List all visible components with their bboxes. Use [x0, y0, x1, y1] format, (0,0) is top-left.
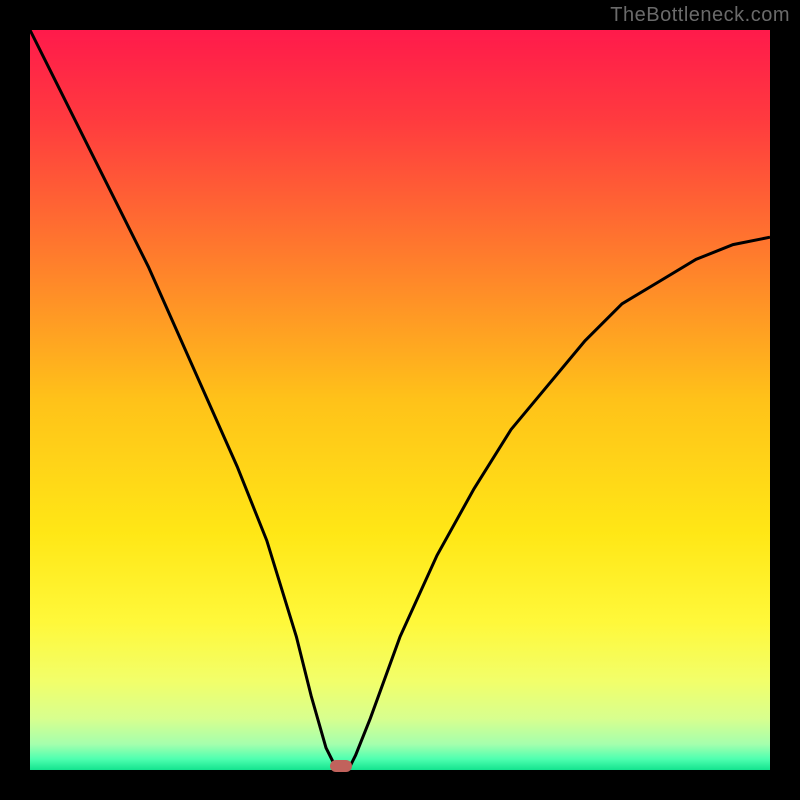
optimal-point-marker: [330, 760, 352, 772]
bottleneck-curve: [30, 30, 770, 770]
curve-path: [30, 30, 770, 770]
plot-area: [30, 30, 770, 770]
watermark-text: TheBottleneck.com: [610, 4, 790, 27]
chart-frame: TheBottleneck.com: [0, 0, 800, 800]
